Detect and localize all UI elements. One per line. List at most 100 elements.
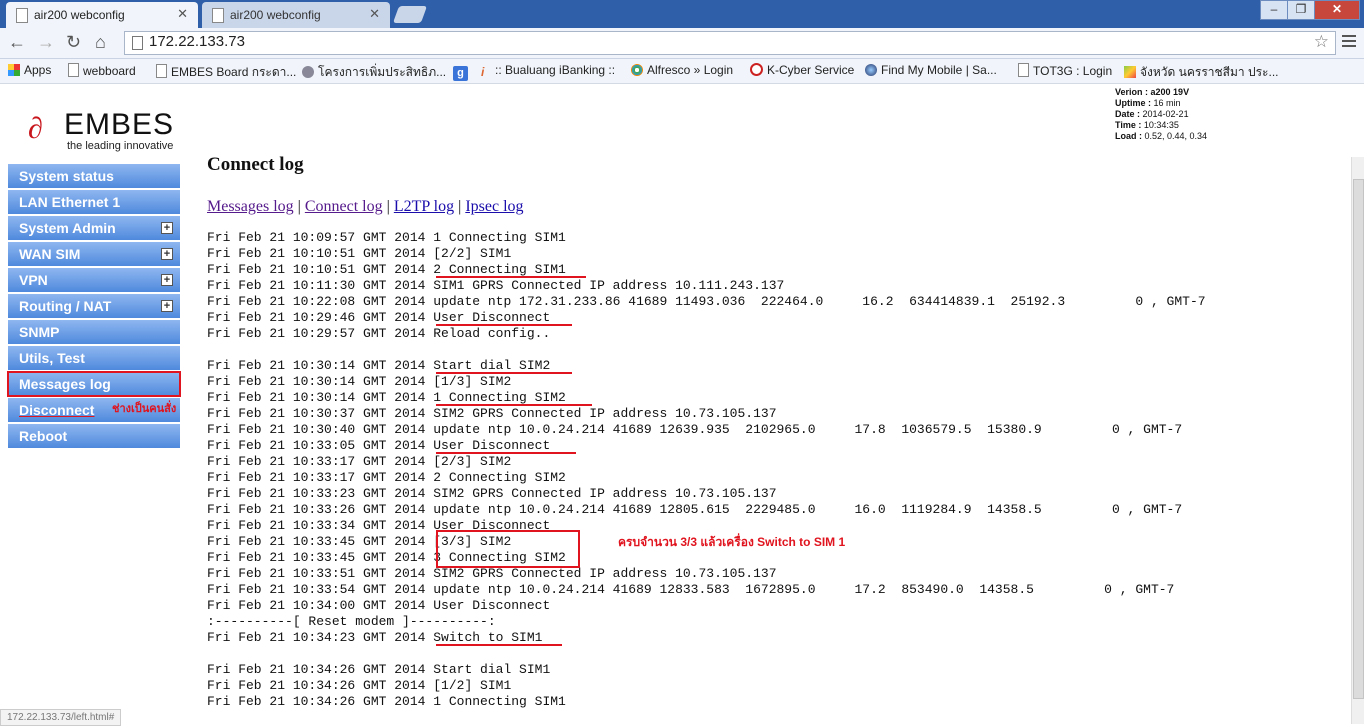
logo-tagline: the leading innovative — [67, 140, 174, 152]
version-info: Verion : a200 19V Uptime : 16 min Date :… — [1115, 87, 1208, 141]
bookmarks-bar: Apps webboard EMBES Board กระดา... โครงก… — [0, 59, 1364, 84]
kbank-icon — [750, 63, 763, 76]
annotation-underline — [436, 404, 592, 406]
back-arrow-icon[interactable]: ← — [8, 32, 26, 52]
info-icon: i — [481, 65, 485, 79]
bookmark-bualuang[interactable]: i:: Bualuang iBanking :: — [481, 63, 615, 79]
annotation-switch-note: ครบจำนวน 3/3 แล้วเครื่อง Switch to SIM 1 — [618, 535, 846, 549]
tab-strip: air200 webconfig ✕ air200 webconfig ✕ ‒ … — [0, 0, 1364, 28]
connect-log-text: Fri Feb 21 10:09:57 GMT 2014 1 Connectin… — [207, 230, 1206, 710]
log-links: Messages log | Connect log | L2TP log | … — [207, 198, 524, 215]
bookmark-google[interactable]: g — [453, 63, 472, 81]
log-line: Fri Feb 21 10:34:23 GMT 2014 Switch to S… — [207, 630, 543, 645]
expand-plus-icon[interactable]: + — [161, 222, 173, 234]
sidebar-item-routing-nat[interactable]: Routing / NAT + — [8, 294, 180, 318]
log-line: Fri Feb 21 10:30:14 GMT 2014 Start dial … — [207, 358, 551, 373]
version-value: a200 19V — [1150, 87, 1190, 97]
forward-arrow-icon[interactable]: → — [37, 32, 55, 52]
sidebar-item-vpn[interactable]: VPN + — [8, 268, 180, 292]
link-ipsec-log[interactable]: Ipsec log — [465, 198, 523, 215]
log-line: Fri Feb 21 10:30:14 GMT 2014 1 Connectin… — [207, 390, 566, 405]
log-line: Fri Feb 21 10:33:05 GMT 2014 User Discon… — [207, 438, 551, 453]
log-line: Fri Feb 21 10:34:26 GMT 2014 Start dial … — [207, 662, 551, 677]
new-tab-button[interactable] — [392, 6, 428, 23]
bookmark-star-icon[interactable]: ☆ — [1314, 32, 1329, 52]
annotation-operator-note: ช่างเป็นคนสั่ง — [112, 403, 177, 415]
log-line: Fri Feb 21 10:33:51 GMT 2014 SIM2 GPRS C… — [207, 566, 777, 581]
browser-tab[interactable]: air200 webconfig ✕ — [202, 2, 390, 28]
sidebar-item-utils-test[interactable]: Utils, Test — [8, 346, 180, 370]
sidebar-menu: System status LAN Ethernet 1 System Admi… — [7, 164, 181, 450]
log-line: Fri Feb 21 10:33:17 GMT 2014 2 Connectin… — [207, 470, 566, 485]
sidebar-item-system-admin[interactable]: System Admin + — [8, 216, 180, 240]
scrollbar[interactable] — [1351, 157, 1364, 724]
bookmark-alfresco[interactable]: Alfresco » Login — [631, 63, 733, 77]
address-bar[interactable]: 172.22.133.73 ☆ — [124, 31, 1336, 55]
tab-title: air200 webconfig — [230, 8, 321, 22]
page-icon — [16, 8, 28, 23]
expand-plus-icon[interactable]: + — [161, 274, 173, 286]
apps-icon — [8, 64, 20, 76]
url-text: 172.22.133.73 — [149, 33, 245, 50]
sidebar-item-reboot[interactable]: Reboot — [8, 424, 180, 448]
bookmark-webboard[interactable]: webboard — [68, 63, 136, 78]
satellite-icon — [302, 66, 314, 78]
annotation-box — [436, 530, 580, 568]
log-line: Fri Feb 21 10:09:57 GMT 2014 1 Connectin… — [207, 230, 566, 245]
load-value: 0.52, 0.44, 0.34 — [1144, 131, 1208, 141]
page-icon — [156, 64, 167, 78]
date-value: 2014-02-21 — [1142, 109, 1189, 119]
sidebar-item-snmp[interactable]: SNMP — [8, 320, 180, 344]
map-icon — [1124, 66, 1136, 78]
page-icon — [68, 63, 79, 77]
logo-wordmark: EMBES — [64, 108, 175, 141]
menu-icon[interactable] — [1342, 35, 1356, 49]
log-line: Fri Feb 21 10:33:17 GMT 2014 [2/3] SIM2 — [207, 454, 512, 469]
scrollbar-thumb[interactable] — [1353, 179, 1364, 699]
close-window-button[interactable]: ✕ — [1314, 0, 1360, 20]
browser-tab-active[interactable]: air200 webconfig ✕ — [6, 2, 198, 28]
reload-icon[interactable]: ↻ — [66, 32, 81, 52]
uptime-value: 16 min — [1153, 98, 1181, 108]
log-line: Fri Feb 21 10:33:26 GMT 2014 update ntp … — [207, 502, 1183, 517]
expand-plus-icon[interactable]: + — [161, 248, 173, 260]
page-icon — [1018, 63, 1029, 77]
bookmark-embes-board[interactable]: EMBES Board กระดา... — [156, 63, 296, 82]
maximize-button[interactable]: ❐ — [1287, 0, 1315, 20]
sidebar-item-disconnect[interactable]: Disconnect ช่างเป็นคนสั่ง — [8, 398, 180, 422]
log-line: Fri Feb 21 10:34:26 GMT 2014 1 Connectin… — [207, 694, 566, 709]
sidebar-item-messages-log[interactable]: Messages log — [7, 371, 181, 397]
bookmark-findmymobile[interactable]: Find My Mobile | Sa... — [865, 63, 997, 77]
sidebar-item-lan-ethernet[interactable]: LAN Ethernet 1 — [8, 190, 180, 214]
bookmark-kcyber[interactable]: K-Cyber Service — [750, 63, 854, 77]
log-line: Fri Feb 21 10:22:08 GMT 2014 update ntp … — [207, 294, 1206, 309]
expand-plus-icon[interactable]: + — [161, 300, 173, 312]
link-messages-log[interactable]: Messages log — [207, 198, 294, 215]
sidebar-item-wan-sim[interactable]: WAN SIM + — [8, 242, 180, 266]
page-icon — [212, 8, 224, 23]
google-icon: g — [453, 66, 468, 81]
close-tab-icon[interactable]: ✕ — [369, 2, 380, 26]
log-line: Fri Feb 21 10:34:26 GMT 2014 [1/2] SIM1 — [207, 678, 512, 693]
annotation-underline — [436, 644, 562, 646]
log-line: :----------[ Reset modem ]----------: — [207, 614, 496, 629]
minimize-button[interactable]: ‒ — [1260, 0, 1288, 20]
bookmark-apps[interactable]: Apps — [8, 63, 51, 77]
close-tab-icon[interactable]: ✕ — [177, 2, 188, 26]
bookmark-tot3g[interactable]: TOT3G : Login — [1018, 63, 1112, 78]
bookmark-province[interactable]: จังหวัด นครราชสีมา ประ... — [1124, 63, 1279, 82]
log-line: Fri Feb 21 10:29:57 GMT 2014 Reload conf… — [207, 326, 551, 341]
bookmark-project[interactable]: โครงการเพิ่มประสิทธิภ... — [302, 63, 446, 82]
logo-mark-icon: ∂ — [28, 112, 43, 145]
home-icon[interactable]: ⌂ — [95, 32, 106, 52]
log-line: Fri Feb 21 10:30:40 GMT 2014 update ntp … — [207, 422, 1183, 437]
status-bar-url: 172.22.133.73/left.html# — [0, 709, 122, 726]
log-line: Fri Feb 21 10:11:30 GMT 2014 SIM1 GPRS C… — [207, 278, 785, 293]
annotation-underline — [436, 452, 576, 454]
log-line: Fri Feb 21 10:33:23 GMT 2014 SIM2 GPRS C… — [207, 486, 777, 501]
link-l2tp-log[interactable]: L2TP log — [394, 198, 454, 215]
log-line: Fri Feb 21 10:34:00 GMT 2014 User Discon… — [207, 598, 551, 613]
main-content: Connect log Messages log | Connect log |… — [207, 154, 1347, 215]
link-connect-log[interactable]: Connect log — [305, 198, 383, 215]
sidebar-item-system-status[interactable]: System status — [8, 164, 180, 188]
